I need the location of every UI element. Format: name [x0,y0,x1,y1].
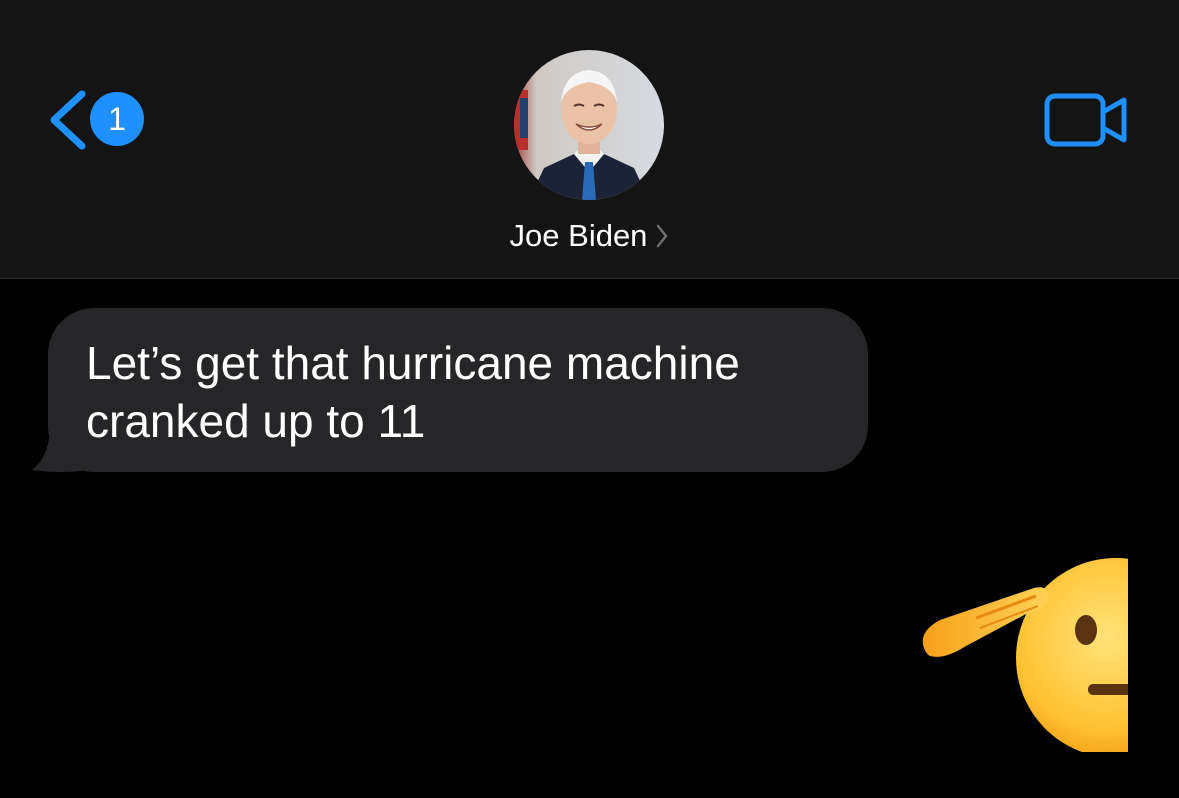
contact-name: Joe Biden [509,218,648,253]
saluting-face-emoji[interactable] [916,548,1128,752]
video-camera-icon [1044,93,1127,147]
incoming-message-bubble[interactable]: Let’s get that hurricane machine cranked… [48,308,868,472]
message-text: Let’s get that hurricane machine cranked… [86,337,740,447]
contact-avatar[interactable] [514,50,664,200]
bubble-tail [32,430,90,472]
video-call-button[interactable] [1044,92,1128,148]
chevron-left-icon [50,90,86,150]
back-button[interactable]: 1 [44,88,154,152]
contact-name-button[interactable]: Joe Biden [0,214,1179,258]
conversation-header: 1 Joe Biden [0,0,1179,279]
contact-photo [514,50,664,200]
saluting-face-icon [922,558,1128,752]
chevron-right-icon [657,224,668,248]
unread-count-badge: 1 [90,92,144,146]
